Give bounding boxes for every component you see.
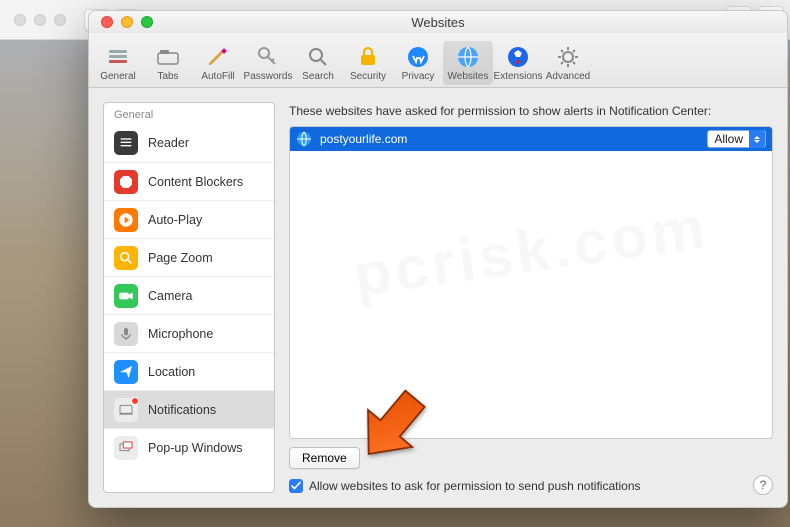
websites-panel: These websites have asked for permission… bbox=[289, 102, 773, 493]
toolbar-label: General bbox=[100, 71, 136, 82]
toolbar-extensions[interactable]: Extensions bbox=[493, 41, 543, 85]
toolbar-label: Advanced bbox=[546, 71, 590, 82]
site-name: postyourlife.com bbox=[320, 132, 407, 146]
toolbar-label: Tabs bbox=[157, 71, 178, 82]
sidebar-item-label: Page Zoom bbox=[148, 251, 213, 265]
site-list: postyourlife.com Allow pcrisk.com bbox=[289, 126, 773, 439]
security-icon bbox=[355, 44, 381, 70]
sidebar-item-reader[interactable]: Reader bbox=[104, 124, 274, 162]
toolbar-passwords[interactable]: Passwords bbox=[243, 41, 293, 85]
background-traffic-lights bbox=[14, 14, 66, 26]
sidebar-item-label: Reader bbox=[148, 136, 189, 150]
sidebar-item-label: Camera bbox=[148, 289, 192, 303]
toolbar-autofill[interactable]: AutoFill bbox=[193, 41, 243, 85]
remove-button[interactable]: Remove bbox=[289, 447, 360, 469]
permission-value: Allow bbox=[714, 132, 743, 146]
sidebar-item-label: Microphone bbox=[148, 327, 213, 341]
toolbar-label: Search bbox=[302, 71, 334, 82]
stop-icon bbox=[114, 170, 138, 194]
advanced-icon bbox=[555, 44, 581, 70]
sidebar-item-label: Content Blockers bbox=[148, 175, 243, 189]
toolbar-label: Security bbox=[350, 71, 386, 82]
sidebar-item-camera[interactable]: Camera bbox=[104, 276, 274, 314]
window-titlebar: Websites bbox=[89, 11, 787, 33]
zoom-window-icon[interactable] bbox=[141, 16, 153, 28]
zoom-icon bbox=[114, 246, 138, 270]
sidebar-item-location[interactable]: Location bbox=[104, 352, 274, 390]
toolbar-label: AutoFill bbox=[201, 71, 234, 82]
sidebar-item-auto-play[interactable]: Auto-Play bbox=[104, 200, 274, 238]
toolbar-label: Extensions bbox=[494, 71, 543, 82]
autofill-icon bbox=[205, 44, 231, 70]
sidebar-item-label: Auto-Play bbox=[148, 213, 202, 227]
close-icon[interactable] bbox=[101, 16, 113, 28]
notify-icon bbox=[114, 398, 138, 422]
general-icon bbox=[105, 44, 131, 70]
toolbar-privacy[interactable]: Privacy bbox=[393, 41, 443, 85]
permission-select[interactable]: Allow bbox=[707, 130, 766, 148]
sidebar-item-label: Notifications bbox=[148, 403, 216, 417]
toolbar-tabs[interactable]: Tabs bbox=[143, 41, 193, 85]
websites-icon bbox=[455, 44, 481, 70]
toolbar-security[interactable]: Security bbox=[343, 41, 393, 85]
preferences-window: Websites General Tabs AutoFill Passwords Sea… bbox=[88, 10, 788, 508]
sidebar-item-pop-up-windows[interactable]: Pop-up Windows bbox=[104, 428, 274, 466]
popup-icon bbox=[114, 436, 138, 460]
minimize-icon[interactable] bbox=[121, 16, 133, 28]
tabs-icon bbox=[155, 44, 181, 70]
toolbar-general[interactable]: General bbox=[93, 41, 143, 85]
sidebar: General Reader Content Blockers Auto-Play P… bbox=[103, 102, 275, 493]
privacy-icon bbox=[405, 44, 431, 70]
badge-dot-icon bbox=[131, 397, 139, 405]
toolbar-label: Passwords bbox=[244, 71, 293, 82]
checkbox-label: Allow websites to ask for permission to … bbox=[309, 479, 641, 493]
sidebar-item-label: Location bbox=[148, 365, 195, 379]
passwords-icon bbox=[255, 44, 281, 70]
help-button[interactable]: ? bbox=[753, 475, 773, 495]
sidebar-item-label: Pop-up Windows bbox=[148, 441, 243, 455]
toolbar-websites[interactable]: Websites bbox=[443, 41, 493, 85]
mic-icon bbox=[114, 322, 138, 346]
reader-icon bbox=[114, 131, 138, 155]
chevron-updown-icon bbox=[749, 130, 765, 148]
globe-icon bbox=[296, 131, 312, 147]
toolbar-advanced[interactable]: Advanced bbox=[543, 41, 593, 85]
sidebar-item-page-zoom[interactable]: Page Zoom bbox=[104, 238, 274, 276]
window-traffic-lights bbox=[101, 16, 153, 28]
sidebar-item-content-blockers[interactable]: Content Blockers bbox=[104, 162, 274, 200]
watermark-text: pcrisk.com bbox=[350, 192, 713, 310]
checkbox[interactable] bbox=[289, 479, 303, 493]
location-icon bbox=[114, 360, 138, 384]
camera-icon bbox=[114, 284, 138, 308]
preferences-toolbar: General Tabs AutoFill Passwords Search Securi… bbox=[89, 33, 787, 88]
toolbar-label: Websites bbox=[448, 71, 489, 82]
toolbar-search[interactable]: Search bbox=[293, 41, 343, 85]
search-icon bbox=[305, 44, 331, 70]
checkbox-row[interactable]: Allow websites to ask for permission to … bbox=[289, 479, 773, 493]
sidebar-item-microphone[interactable]: Microphone bbox=[104, 314, 274, 352]
toolbar-label: Privacy bbox=[402, 71, 435, 82]
window-title: Websites bbox=[411, 15, 464, 30]
site-row[interactable]: postyourlife.com Allow bbox=[290, 127, 772, 151]
sidebar-header: General bbox=[104, 103, 274, 124]
play-icon bbox=[114, 208, 138, 232]
extensions-icon bbox=[505, 44, 531, 70]
sidebar-item-notifications[interactable]: Notifications bbox=[104, 390, 274, 428]
panel-description: These websites have asked for permission… bbox=[289, 104, 773, 118]
